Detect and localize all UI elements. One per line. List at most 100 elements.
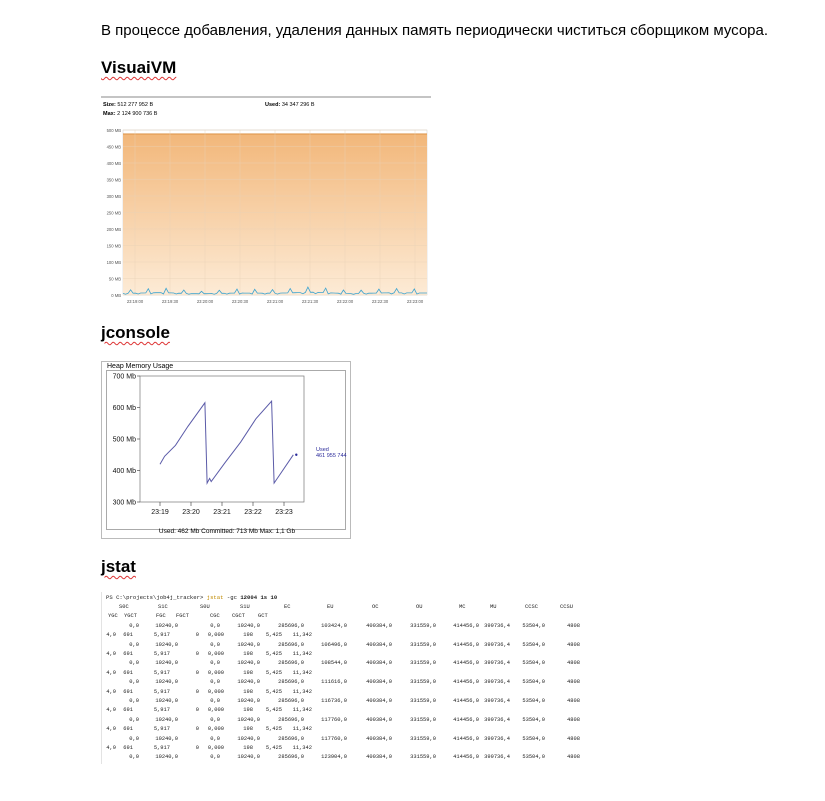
jstat-cell: 0 bbox=[195, 669, 199, 676]
jstat-cell: 4808 bbox=[567, 716, 580, 723]
jstat-cell: 399736,4 bbox=[484, 641, 510, 648]
jstat-cell: 400384,0 bbox=[366, 622, 392, 629]
jstat-cell: 331559,0 bbox=[410, 679, 436, 686]
jstat-cell: 4808 bbox=[567, 754, 580, 761]
jstat-cell: 4,9 bbox=[106, 632, 116, 639]
jstat-cell: 4808 bbox=[567, 660, 580, 667]
jstat-cell: 285696,0 bbox=[278, 622, 304, 629]
jstat-header-cell: YGCT bbox=[124, 613, 137, 620]
jstat-header-cell: CGC bbox=[210, 613, 220, 620]
jstat-cell: 5,917 bbox=[153, 745, 170, 751]
jstat-cell: 331559,0 bbox=[410, 641, 436, 648]
jconsole-panel: Heap Memory Usage 700 Mb 600 Mb 500 Mb 400 … bbox=[101, 361, 351, 539]
jstat-cell: 11,342 bbox=[292, 632, 312, 639]
jstat-header-cell: MC bbox=[459, 604, 466, 610]
jstat-cell: 285696,0 bbox=[278, 660, 304, 667]
jconsole-plot: 700 Mb 600 Mb 500 Mb 400 Mb 300 Mb 23:19 23:20… bbox=[113, 374, 347, 517]
visualvm-x-tick: 23:23:00 bbox=[407, 299, 424, 304]
jstat-cell: 400384,0 bbox=[366, 679, 392, 686]
jstat-header-cell: GCT bbox=[258, 613, 268, 620]
jstat-cell: 11,342 bbox=[292, 745, 312, 751]
jstat-cell: 414456,0 bbox=[453, 754, 479, 761]
jconsole-x-tick: 23:19 bbox=[151, 509, 169, 516]
jstat-cell: 399736,4 bbox=[484, 660, 510, 667]
jstat-cell: 53504,0 bbox=[522, 641, 545, 648]
jstat-cell: 0,000 bbox=[207, 688, 224, 695]
jstat-cell: 117760,0 bbox=[321, 716, 347, 723]
jstat-cell: 11,342 bbox=[292, 726, 312, 733]
jstat-cell: 414456,0 bbox=[453, 716, 479, 723]
jstat-cell: 0,0 bbox=[210, 679, 220, 686]
jstat-cell: 103424,0 bbox=[321, 622, 347, 629]
jstat-cell: 0,0 bbox=[210, 622, 220, 629]
jstat-cell: 399736,4 bbox=[484, 622, 510, 629]
jstat-cell: 399736,4 bbox=[484, 679, 510, 686]
jstat-cell: 0,000 bbox=[207, 669, 224, 676]
jstat-cell: 5,425 bbox=[265, 745, 282, 751]
visualvm-x-tick: 23:22:30 bbox=[372, 299, 389, 304]
jstat-cell: 11,342 bbox=[292, 707, 312, 714]
jstat-cell: 198 bbox=[243, 651, 253, 657]
jconsole-y-tick: 600 Mb bbox=[113, 405, 136, 412]
jstat-cell: 0,000 bbox=[207, 632, 224, 639]
jstat-cell: 0,0 bbox=[210, 660, 220, 667]
visualvm-y-tick: 350 MB bbox=[107, 178, 122, 183]
jstat-cell: 111616,0 bbox=[321, 679, 347, 686]
visualvm-heap-chart: Size: 512 277 952 B Used: 34 347 296 B M… bbox=[101, 96, 431, 306]
jstat-header-cell: YGC bbox=[108, 613, 118, 620]
jstat-cell: 53504,0 bbox=[522, 754, 545, 761]
jstat-cell: 414456,0 bbox=[453, 660, 479, 667]
jstat-header-cell: CGCT bbox=[232, 613, 245, 620]
jstat-cell: 198 bbox=[243, 707, 253, 714]
jstat-cell: 5,917 bbox=[153, 651, 170, 657]
jstat-cell: 10240,0 bbox=[155, 735, 178, 742]
jstat-cell: 691 bbox=[123, 707, 133, 714]
jstat-cell: 198 bbox=[243, 632, 253, 639]
jstat-cell: 331559,0 bbox=[410, 754, 436, 761]
jstat-cell: 0 bbox=[195, 726, 199, 733]
visualvm-x-tick: 23:20:00 bbox=[197, 299, 214, 304]
jstat-cell: 10240,0 bbox=[237, 622, 260, 629]
jstat-cell: 198 bbox=[243, 669, 253, 676]
jstat-cell: 400384,0 bbox=[366, 660, 392, 667]
jstat-cell: 5,917 bbox=[153, 726, 170, 733]
jconsole-x-tick: 23:20 bbox=[182, 509, 200, 516]
intro-paragraph: В процессе добавления, удаления данных п… bbox=[101, 22, 769, 39]
jstat-cell: 10240,0 bbox=[155, 641, 178, 648]
jstat-cell: 0,000 bbox=[207, 707, 224, 714]
jstat-header-cell: OC bbox=[372, 604, 379, 610]
jstat-cell: 5,425 bbox=[265, 651, 282, 657]
visualvm-x-tick: 23:20:30 bbox=[232, 299, 249, 304]
jstat-cell: 0 bbox=[195, 651, 199, 657]
jstat-cell: 691 bbox=[123, 632, 133, 639]
jstat-cell: 399736,4 bbox=[484, 716, 510, 723]
jconsole-y-tick: 400 Mb bbox=[113, 468, 136, 475]
jstat-header-cell: OU bbox=[416, 604, 423, 610]
jstat-cell: 331559,0 bbox=[410, 698, 436, 704]
jstat-cell: 5,917 bbox=[153, 707, 170, 714]
jstat-cell: 10240,0 bbox=[155, 754, 178, 761]
jstat-header-cell: S1C bbox=[158, 604, 168, 610]
jstat-cell: 0 bbox=[195, 688, 199, 695]
jstat-header-cell: FGC bbox=[156, 613, 166, 620]
jstat-cell: 0 bbox=[195, 632, 199, 639]
jstat-cell: 198 bbox=[243, 688, 253, 695]
jstat-cell: 0,0 bbox=[210, 641, 220, 648]
jstat-cell: 400384,0 bbox=[366, 754, 392, 761]
jstat-cell: 414456,0 bbox=[453, 622, 479, 629]
jstat-prompt: PS C:\projects\job4j_tracker> bbox=[106, 594, 207, 601]
jconsole-x-tick: 23:23 bbox=[275, 509, 293, 516]
jstat-cell: 400384,0 bbox=[366, 716, 392, 723]
jconsole-y-tick: 300 Mb bbox=[113, 500, 136, 507]
heading-visualvm: VisuaiVM bbox=[101, 58, 177, 77]
visualvm-y-tick: 0 MB bbox=[111, 293, 121, 298]
jstat-cell: 53504,0 bbox=[522, 735, 545, 742]
visualvm-y-tick: 500 MB bbox=[107, 128, 122, 133]
jstat-cell: 4808 bbox=[567, 679, 580, 686]
jstat-cell: 10240,0 bbox=[155, 622, 178, 629]
jstat-cell: 117760,0 bbox=[321, 735, 347, 742]
jconsole-y-tick: 700 Mb bbox=[113, 374, 136, 381]
jstat-cell: 0,0 bbox=[129, 735, 139, 742]
jstat-cell: 5,425 bbox=[265, 669, 282, 676]
jstat-header-cell: EC bbox=[284, 604, 291, 610]
